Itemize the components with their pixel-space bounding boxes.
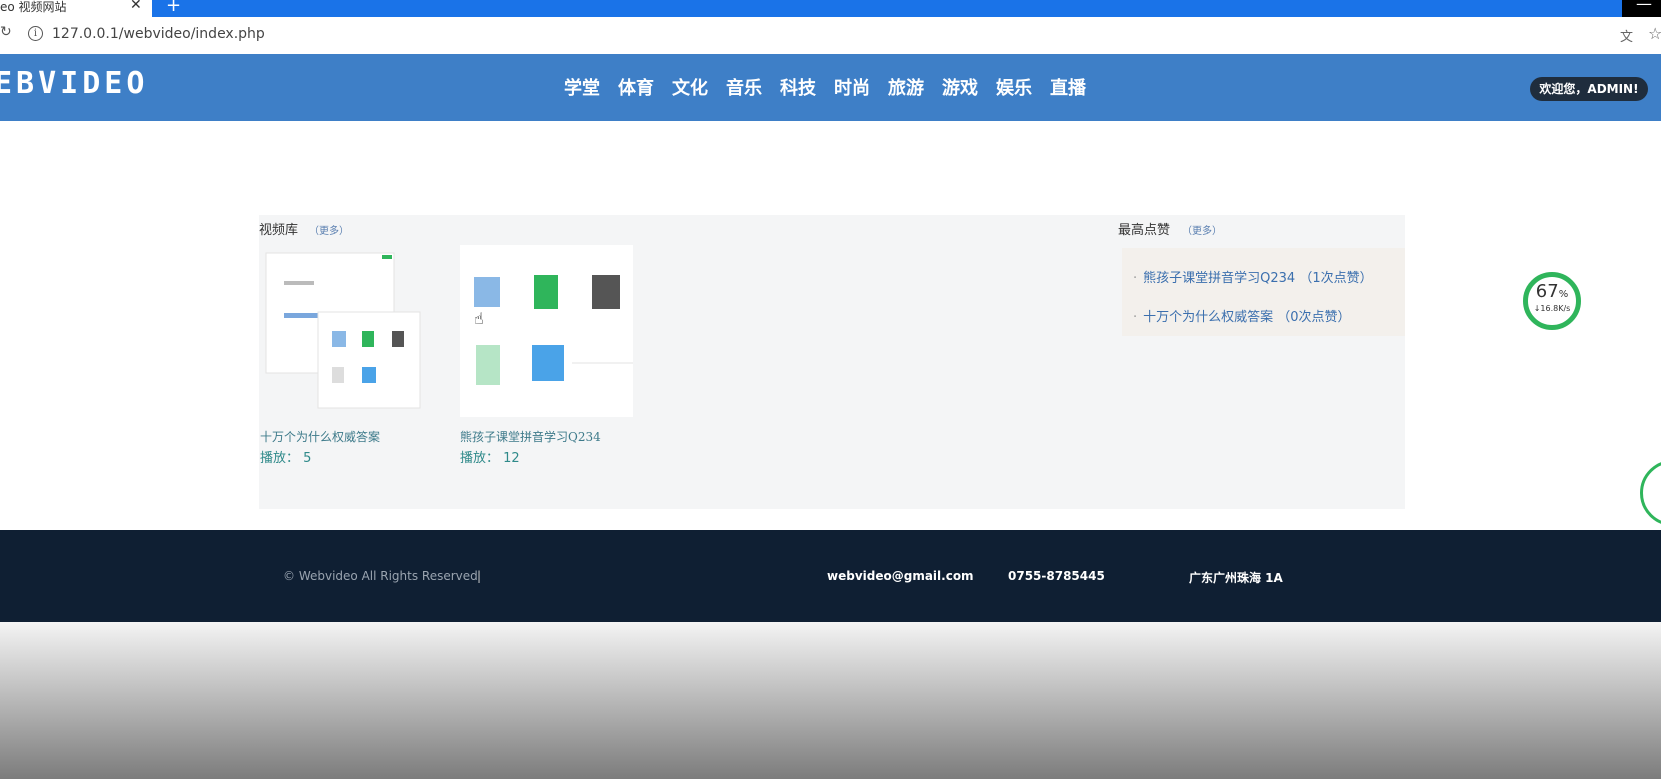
nav-item[interactable]: 直播 xyxy=(1050,74,1086,100)
play-label: 播放： xyxy=(260,451,300,466)
footer-address: 广东广州珠海 1A xyxy=(1189,571,1283,585)
nav-item[interactable]: 旅游 xyxy=(888,74,924,100)
nav-item[interactable]: 时尚 xyxy=(834,74,870,100)
mouse-cursor-icon: ☝ xyxy=(474,309,484,328)
play-label: 播放： xyxy=(460,451,500,466)
minimize-icon: — xyxy=(1636,0,1652,13)
footer-email[interactable]: webvideo@gmail.com xyxy=(827,569,974,583)
footer-copyright: © Webvideo All Rights Reserved xyxy=(283,569,478,583)
site-info-icon[interactable]: i xyxy=(28,26,43,41)
tab-title: eo 视频网站 xyxy=(0,0,67,14)
site-header: EBVIDEO 学堂 体育 文化 音乐 科技 时尚 旅游 游戏 娱乐 直播 欢迎… xyxy=(0,54,1661,121)
nav-item[interactable]: 科技 xyxy=(780,74,816,100)
network-speed-widget[interactable]: 67% ↓16.8K/s xyxy=(1523,272,1581,330)
top-liked-item-text: 十万个为什么权威答案 （0次点赞） xyxy=(1143,310,1351,325)
nav-item[interactable]: 体育 xyxy=(618,74,654,100)
site-logo[interactable]: EBVIDEO xyxy=(0,66,148,101)
bookmark-star-icon[interactable]: ☆ xyxy=(1648,24,1661,43)
bullet-icon: · xyxy=(1133,310,1138,325)
speed-unit: % xyxy=(1558,289,1569,300)
nav-item[interactable]: 娱乐 xyxy=(996,74,1032,100)
video-title[interactable]: 十万个为什么权威答案 xyxy=(260,428,380,445)
main-nav: 学堂 体育 文化 音乐 科技 时尚 旅游 游戏 娱乐 直播 xyxy=(564,74,1104,100)
play-count-value: 12 xyxy=(503,451,520,466)
speed-rate: ↓16.8K/s xyxy=(1533,304,1571,313)
thumbnail-image xyxy=(474,275,633,385)
page-bottom-area xyxy=(0,622,1661,779)
speed-percent: 67 xyxy=(1535,281,1559,302)
play-count: 播放： 5 xyxy=(260,447,311,466)
address-bar: ↻ i 127.0.0.1/webvideo/index.php 文 ☆ xyxy=(0,17,1661,53)
browser-tab[interactable]: eo 视频网站 ✕ xyxy=(0,0,152,17)
site-footer: © Webvideo All Rights Reserved | webvide… xyxy=(0,530,1661,622)
nav-item[interactable]: 游戏 xyxy=(942,74,978,100)
footer-separator: | xyxy=(477,569,482,583)
top-liked-more-link[interactable]: （更多） xyxy=(1182,222,1222,237)
top-liked-item[interactable]: · 熊孩子课堂拼音学习Q234 （1次点赞） xyxy=(1133,267,1373,286)
nav-item[interactable]: 学堂 xyxy=(564,74,600,100)
browser-tab-bar: eo 视频网站 ✕ + xyxy=(0,0,1661,17)
play-count-value: 5 xyxy=(303,451,312,466)
new-tab-icon[interactable]: + xyxy=(166,0,181,16)
url-field[interactable]: 127.0.0.1/webvideo/index.php xyxy=(52,26,265,42)
user-greeting-button[interactable]: 欢迎您，ADMIN! xyxy=(1530,77,1648,101)
floating-widget[interactable] xyxy=(1640,460,1661,526)
thumbnail-image xyxy=(265,252,421,409)
nav-item[interactable]: 文化 xyxy=(672,74,708,100)
play-count: 播放： 12 xyxy=(460,447,520,466)
translate-icon[interactable]: 文 xyxy=(1620,26,1633,45)
video-thumbnail[interactable] xyxy=(264,251,424,411)
nav-item[interactable]: 音乐 xyxy=(726,74,762,100)
bullet-icon: · xyxy=(1133,271,1138,286)
top-liked-item[interactable]: · 十万个为什么权威答案 （0次点赞） xyxy=(1133,306,1351,325)
reload-icon[interactable]: ↻ xyxy=(0,24,12,40)
library-more-link[interactable]: （更多） xyxy=(309,222,349,237)
video-title[interactable]: 熊孩子课堂拼音学习Q234 xyxy=(460,428,601,445)
footer-phone: 0755-8785445 xyxy=(1008,569,1105,583)
top-liked-title: 最高点赞 xyxy=(1118,223,1171,238)
video-thumbnail[interactable]: ☝ xyxy=(460,245,633,417)
close-tab-icon[interactable]: ✕ xyxy=(130,0,142,13)
library-title: 视频库 xyxy=(259,223,299,238)
top-liked-item-text: 熊孩子课堂拼音学习Q234 （1次点赞） xyxy=(1143,271,1373,286)
